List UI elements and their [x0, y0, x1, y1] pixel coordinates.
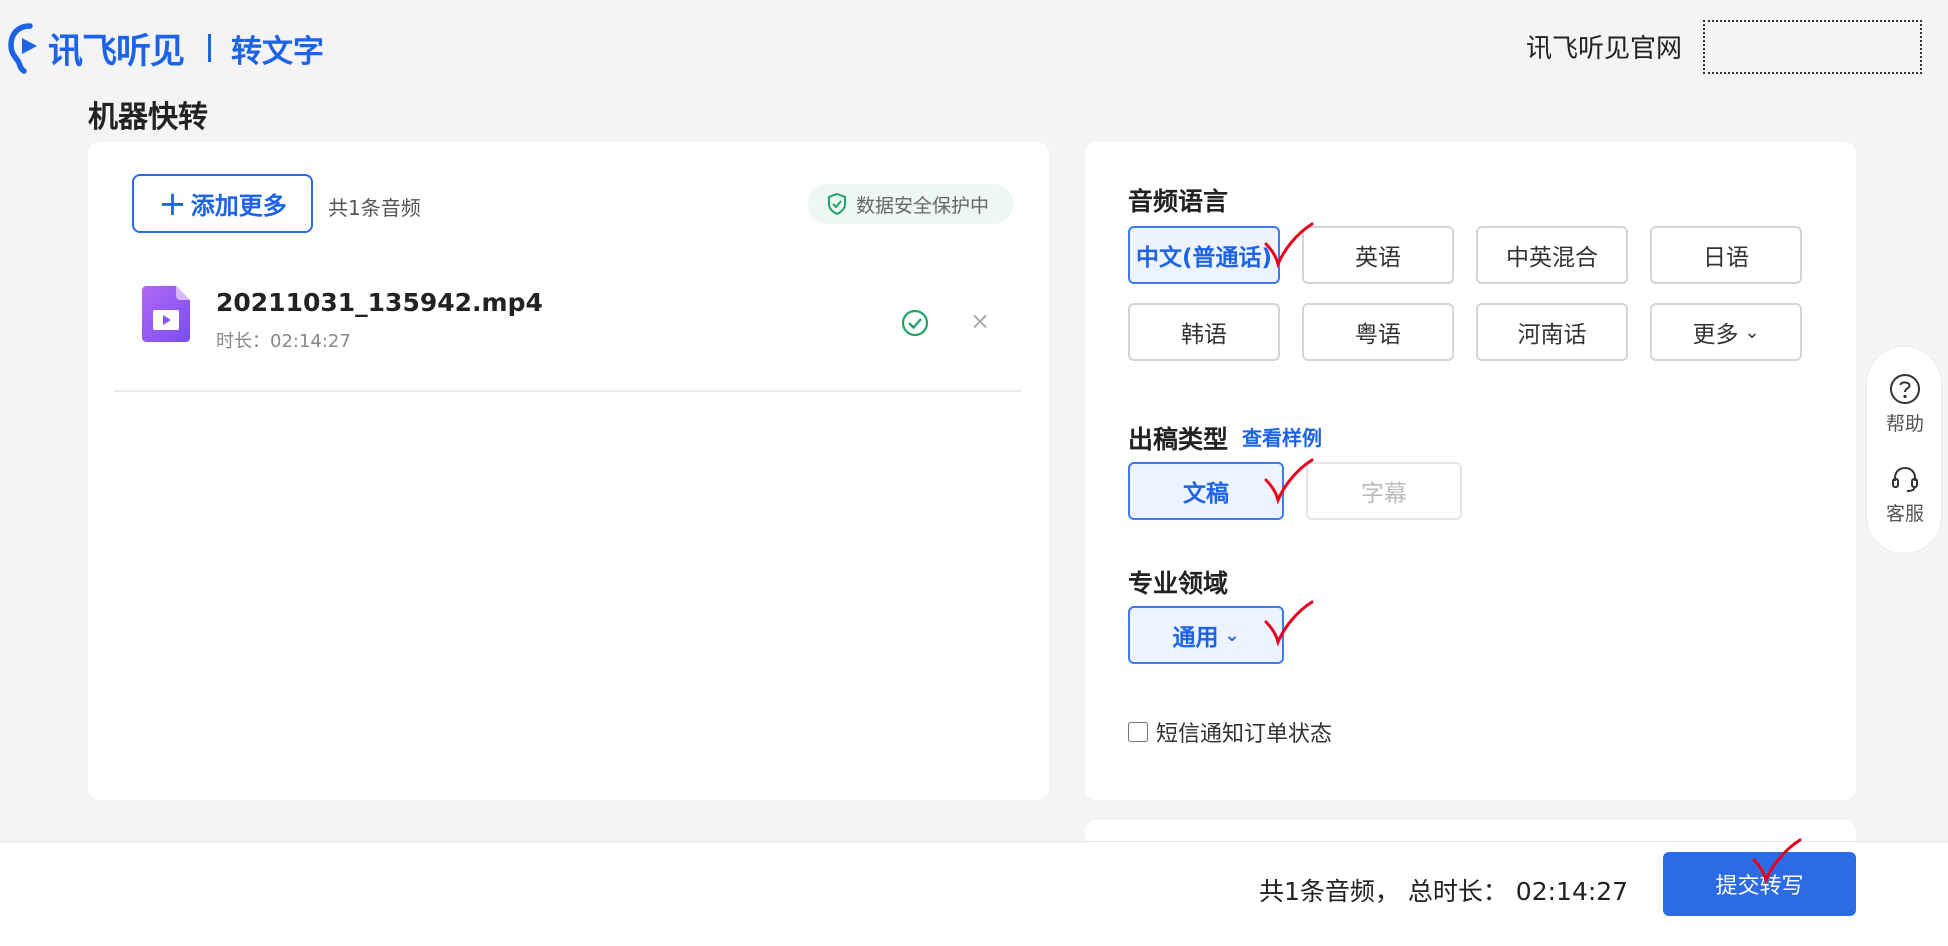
output-option-subtitle: 字幕	[1306, 462, 1462, 520]
domain-select-value: 通用	[1172, 625, 1219, 651]
help-label: 帮助	[1885, 413, 1924, 435]
page-title: 机器快转	[88, 100, 208, 135]
lang-option-mandarin[interactable]: 中文(普通话)	[1128, 226, 1280, 284]
remove-file-icon[interactable]: ×	[970, 309, 990, 333]
sms-notify-label: 短信通知订单状态	[1156, 722, 1333, 747]
logo[interactable]: 讯飞听见 转文字	[8, 20, 324, 76]
header: 讯飞听见 转文字 讯飞听见官网	[0, 0, 1948, 95]
lang-option-label: 日语	[1703, 245, 1749, 271]
lang-option-english[interactable]: 英语	[1302, 226, 1454, 284]
security-badge: 数据安全保护中	[808, 184, 1014, 224]
output-option-label: 字幕	[1361, 481, 1407, 507]
output-type-label: 出稿类型	[1128, 425, 1229, 454]
headset-icon	[1892, 466, 1918, 492]
add-more-button[interactable]: + 添加更多	[132, 174, 313, 233]
chevron-down-icon: ⌄	[1744, 321, 1760, 343]
lang-option-label: 英语	[1355, 245, 1401, 271]
customer-service-button[interactable]: 客服	[1867, 463, 1943, 526]
order-summary: 共1条音频， 总时长： 02:14:27	[1259, 877, 1629, 906]
add-more-label: 添加更多	[190, 192, 287, 220]
output-option-label: 文稿	[1183, 481, 1229, 507]
file-row: 20211031_135942.mp4 时长：02:14:27 ×	[114, 256, 1021, 392]
lang-option-label: 中文(普通话)	[1135, 245, 1273, 271]
lang-option-label: 河南话	[1517, 322, 1587, 348]
help-button[interactable]: 帮助	[1867, 373, 1943, 436]
security-badge-text: 数据安全保护中	[856, 194, 990, 217]
lang-option-label: 韩语	[1181, 322, 1227, 348]
file-name: 20211031_135942.mp4	[216, 288, 543, 317]
file-list-panel: + 添加更多 共1条音频 数据安全保护中 20211031_135942.mp4…	[88, 142, 1049, 800]
submit-transcription-button[interactable]: 提交转写	[1663, 852, 1856, 916]
lang-option-label: 粤语	[1355, 322, 1401, 348]
logo-ear-icon	[8, 23, 37, 74]
chevron-down-icon: ⌄	[1224, 624, 1240, 646]
shield-check-icon	[828, 192, 846, 216]
product-name: 转文字	[231, 33, 325, 70]
side-toolbar: 帮助 客服	[1866, 346, 1942, 554]
footer-bar: 共1条音频， 总时长： 02:14:27 提交转写	[0, 838, 1948, 946]
lang-option-japanese[interactable]: 日语	[1650, 226, 1802, 284]
logo-divider	[208, 34, 212, 62]
brand-name: 讯飞听见	[48, 31, 185, 72]
lang-option-henan[interactable]: 河南话	[1476, 303, 1628, 361]
submit-label: 提交转写	[1715, 874, 1804, 899]
customer-service-label: 客服	[1885, 503, 1924, 525]
lang-option-label: 中英混合	[1506, 245, 1598, 271]
sms-notify-option[interactable]: 短信通知订单状态	[1128, 716, 1332, 748]
domain-select[interactable]: 通用 ⌄	[1128, 606, 1284, 664]
lang-option-more[interactable]: 更多 ⌄	[1650, 303, 1802, 361]
plus-icon: +	[158, 183, 187, 224]
language-label: 音频语言	[1128, 187, 1229, 216]
lang-option-cn-en-mixed[interactable]: 中英混合	[1476, 226, 1628, 284]
lang-option-cantonese[interactable]: 粤语	[1302, 303, 1454, 361]
view-sample-link[interactable]: 查看样例	[1242, 422, 1322, 451]
video-file-icon	[142, 286, 190, 342]
official-site-link[interactable]: 讯飞听见官网	[1526, 28, 1682, 65]
domain-label: 专业领域	[1128, 569, 1229, 598]
output-option-document[interactable]: 文稿	[1128, 462, 1284, 520]
sms-notify-checkbox[interactable]	[1128, 722, 1148, 742]
file-duration: 时长：02:14:27	[216, 331, 351, 352]
lang-option-label: 更多	[1692, 322, 1739, 348]
help-icon	[1890, 374, 1920, 404]
check-circle-icon	[901, 309, 929, 337]
lang-option-korean[interactable]: 韩语	[1128, 303, 1280, 361]
user-area[interactable]	[1703, 20, 1922, 74]
file-count: 共1条音频	[328, 196, 421, 220]
